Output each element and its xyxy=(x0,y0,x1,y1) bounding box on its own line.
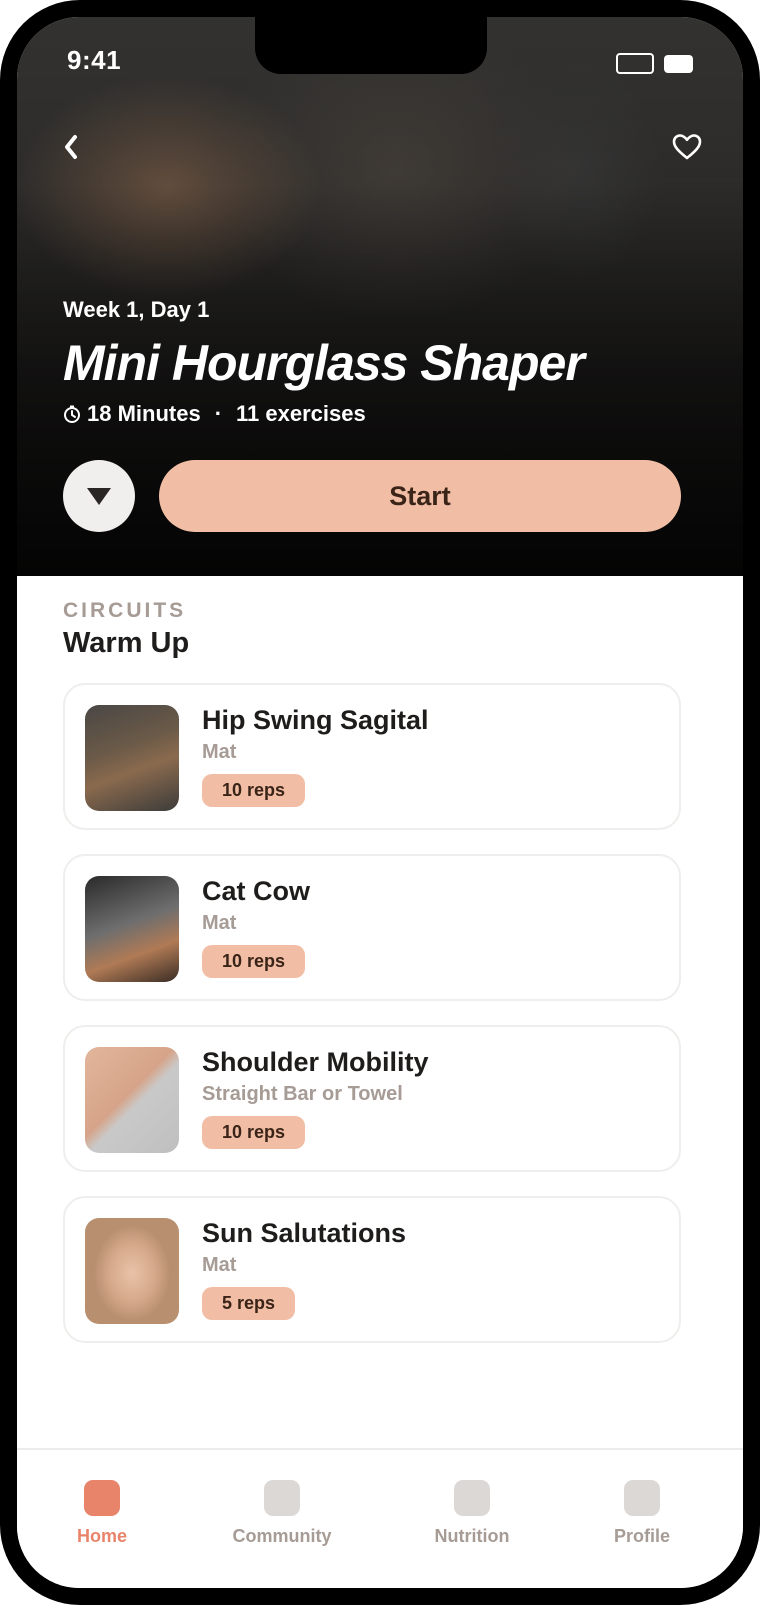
home-icon xyxy=(84,1480,120,1516)
exercise-name: Cat Cow xyxy=(202,876,310,906)
heart-icon xyxy=(672,134,702,160)
community-icon xyxy=(264,1480,300,1516)
tab-label: Profile xyxy=(613,1526,670,1546)
reps-badge: 10 reps xyxy=(202,1116,306,1149)
tab-label: Community xyxy=(232,1526,332,1546)
status-time: 9:41 xyxy=(67,45,122,75)
section-eyebrow: CIRCUITS xyxy=(63,599,187,622)
tab-profile[interactable]: Profile xyxy=(602,1450,682,1570)
exercise-equipment: Straight Bar or Towel xyxy=(202,1083,403,1105)
exercise-card[interactable]: Sun Salutations Mat 5 reps xyxy=(63,1196,681,1343)
favorite-button[interactable] xyxy=(671,131,703,163)
screen: 9:41 Week 1, Day 1 Mini Hourglass Shaper xyxy=(17,17,743,1588)
phone-frame: 9:41 Week 1, Day 1 Mini Hourglass Shaper xyxy=(0,0,760,1605)
timer-icon xyxy=(64,405,80,423)
tab-home[interactable]: Home xyxy=(67,1450,137,1570)
workout-duration: 18 Minutes xyxy=(87,401,201,426)
collapse-button[interactable] xyxy=(63,460,135,532)
exercise-equipment: Mat xyxy=(202,912,237,934)
exercise-thumbnail xyxy=(85,705,179,811)
exercise-card[interactable]: Cat Cow Mat 10 reps xyxy=(63,854,681,1001)
exercise-equipment: Mat xyxy=(202,741,237,763)
reps-badge: 5 reps xyxy=(202,1287,296,1320)
workout-exercise-count: 11 exercises xyxy=(236,401,366,426)
meta-separator: · xyxy=(214,401,223,426)
hero-banner: 9:41 Week 1, Day 1 Mini Hourglass Shaper xyxy=(17,17,743,576)
tab-label: Home xyxy=(76,1526,127,1546)
exercise-equipment: Mat xyxy=(202,1254,237,1276)
workout-week-day: Week 1, Day 1 xyxy=(63,297,210,322)
tab-bar: Home Community Nutrition Profile xyxy=(17,1448,743,1588)
status-icons xyxy=(616,53,693,74)
workout-meta: 18 Minutes · 11 exercises xyxy=(63,401,366,427)
exercise-card[interactable]: Shoulder Mobility Straight Bar or Towel … xyxy=(63,1025,681,1172)
tab-nutrition[interactable]: Nutrition xyxy=(422,1450,522,1570)
exercise-name: Sun Salutations xyxy=(202,1218,407,1248)
exercise-card[interactable]: Hip Swing Sagital Mat 10 reps xyxy=(63,683,681,830)
reps-badge: 10 reps xyxy=(202,945,306,978)
workout-title: Mini Hourglass Shaper xyxy=(63,335,585,391)
triangle-down-icon xyxy=(87,488,111,505)
back-button[interactable] xyxy=(57,129,85,165)
exercise-thumbnail xyxy=(85,1047,179,1153)
signal-icon xyxy=(616,53,654,74)
exercise-name: Shoulder Mobility xyxy=(202,1047,429,1077)
reps-badge: 10 reps xyxy=(202,774,306,807)
exercise-thumbnail xyxy=(85,876,179,982)
exercise-name: Hip Swing Sagital xyxy=(202,705,429,735)
battery-icon xyxy=(664,54,693,73)
device-notch xyxy=(255,17,487,74)
tab-label: Nutrition xyxy=(434,1526,510,1546)
start-button[interactable]: Start xyxy=(159,460,681,532)
chevron-left-icon xyxy=(65,135,77,159)
nutrition-icon xyxy=(454,1480,490,1516)
profile-icon xyxy=(624,1480,660,1516)
exercise-thumbnail xyxy=(85,1218,179,1324)
tab-community[interactable]: Community xyxy=(227,1450,337,1570)
section-title: Warm Up xyxy=(63,627,190,659)
